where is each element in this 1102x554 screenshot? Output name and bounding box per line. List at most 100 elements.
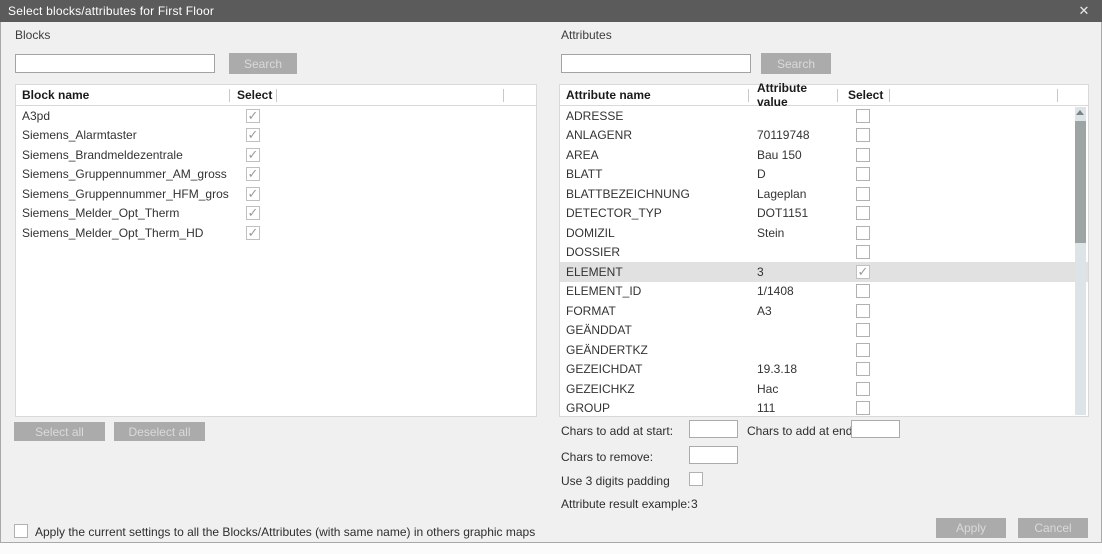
attribute-result-label: Attribute result example: — [561, 497, 690, 511]
block-select-cell — [229, 187, 276, 201]
table-row[interactable]: BLATT D — [560, 165, 1088, 185]
table-row[interactable]: Siemens_Alarmtaster — [16, 126, 536, 146]
attribute-select-cell — [837, 323, 888, 337]
chars-remove-input[interactable] — [689, 446, 738, 464]
table-row[interactable]: FORMAT A3 — [560, 301, 1088, 321]
scroll-up-icon[interactable] — [1076, 110, 1084, 115]
attribute-select-cell — [837, 128, 888, 142]
row-checkbox[interactable] — [856, 187, 870, 201]
attributes-scrollbar[interactable] — [1075, 107, 1086, 415]
chars-add-end-input[interactable] — [851, 420, 900, 438]
attribute-value-cell: Stein — [749, 226, 837, 240]
block-name-cell: A3pd — [16, 109, 229, 123]
table-row[interactable]: GROUP 111 — [560, 399, 1088, 419]
row-checkbox[interactable] — [856, 167, 870, 181]
attribute-select-cell — [837, 167, 888, 181]
row-checkbox[interactable] — [856, 265, 870, 279]
scrollbar-thumb[interactable] — [1075, 121, 1086, 243]
table-row[interactable]: DETECTOR_TYP DOT1151 — [560, 204, 1088, 224]
table-row[interactable]: Siemens_Brandmeldezentrale — [16, 145, 536, 165]
attribute-select-cell — [837, 304, 888, 318]
row-checkbox[interactable] — [246, 148, 260, 162]
row-checkbox[interactable] — [246, 109, 260, 123]
attribute-select-cell — [837, 343, 888, 357]
row-checkbox[interactable] — [856, 206, 870, 220]
table-row[interactable]: DOSSIER — [560, 243, 1088, 263]
attribute-value-cell: 70119748 — [749, 128, 837, 142]
attribute-value-cell: Bau 150 — [749, 148, 837, 162]
table-row[interactable]: A3pd — [16, 106, 536, 126]
row-checkbox[interactable] — [856, 382, 870, 396]
attribute-name-cell: FORMAT — [560, 304, 749, 318]
table-row[interactable]: BLATTBEZEICHNUNG Lageplan — [560, 184, 1088, 204]
row-checkbox[interactable] — [246, 128, 260, 142]
attribute-value-cell: 3 — [749, 265, 837, 279]
digits-padding-checkbox[interactable] — [689, 472, 703, 486]
row-checkbox[interactable] — [856, 128, 870, 142]
blocks-search-input[interactable] — [15, 54, 215, 73]
titlebar: Select blocks/attributes for First Floor… — [0, 0, 1102, 22]
row-checkbox[interactable] — [856, 343, 870, 357]
table-row[interactable]: AREA Bau 150 — [560, 145, 1088, 165]
table-row[interactable]: DOMIZIL Stein — [560, 223, 1088, 243]
attribute-select-cell — [837, 148, 888, 162]
row-checkbox[interactable] — [856, 109, 870, 123]
deselect-all-button[interactable]: Deselect all — [114, 422, 205, 441]
attribute-name-cell: GEZEICHDAT — [560, 362, 749, 376]
attribute-name-cell: DETECTOR_TYP — [560, 206, 749, 220]
attribute-name-cell: DOMIZIL — [560, 226, 749, 240]
row-checkbox[interactable] — [246, 226, 260, 240]
table-row[interactable]: Siemens_Melder_Opt_Therm — [16, 204, 536, 224]
row-checkbox[interactable] — [856, 284, 870, 298]
row-checkbox[interactable] — [856, 362, 870, 376]
attribute-name-cell: AREA — [560, 148, 749, 162]
chars-add-end-label: Chars to add at end: — [747, 424, 856, 438]
block-select-cell — [229, 167, 276, 181]
attribute-select-cell — [837, 226, 888, 240]
row-checkbox[interactable] — [856, 148, 870, 162]
column-separator — [1057, 89, 1058, 102]
column-separator — [503, 89, 504, 102]
table-row[interactable]: GEZEICHDAT 19.3.18 — [560, 360, 1088, 380]
table-row[interactable]: Siemens_Melder_Opt_Therm_HD — [16, 223, 536, 243]
attribute-name-cell: ADRESSE — [560, 109, 749, 123]
attribute-name-cell: ELEMENT — [560, 265, 749, 279]
row-checkbox[interactable] — [856, 323, 870, 337]
table-row[interactable]: ELEMENT_ID 1/1408 — [560, 282, 1088, 302]
chars-add-start-input[interactable] — [689, 420, 738, 438]
table-row[interactable]: ANLAGENR 70119748 — [560, 126, 1088, 146]
row-checkbox[interactable] — [246, 167, 260, 181]
attribute-value-cell: 111 — [749, 401, 837, 415]
row-checkbox[interactable] — [856, 245, 870, 259]
table-row[interactable]: ADRESSE — [560, 106, 1088, 126]
attributes-panel-label: Attributes — [561, 28, 612, 42]
attributes-table-body: ADRESSE ANLAGENR 70119748 AREA Bau 150 B… — [560, 106, 1088, 418]
apply-all-checkbox[interactable] — [14, 524, 28, 538]
attributes-table-header: Attribute name Attribute value Select — [560, 85, 1088, 106]
attributes-search-button[interactable]: Search — [761, 53, 831, 74]
attribute-value-cell: Lageplan — [749, 187, 837, 201]
close-icon[interactable]: ✕ — [1076, 3, 1092, 19]
select-all-button[interactable]: Select all — [14, 422, 105, 441]
block-select-cell — [229, 226, 276, 240]
attributes-search-input[interactable] — [561, 54, 751, 73]
row-checkbox[interactable] — [246, 206, 260, 220]
attribute-result-value: 3 — [691, 497, 698, 511]
row-checkbox[interactable] — [856, 401, 870, 415]
table-row[interactable]: GEÄNDERTKZ — [560, 340, 1088, 360]
table-row[interactable]: Siemens_Gruppennummer_HFM_gross — [16, 184, 536, 204]
row-checkbox[interactable] — [246, 187, 260, 201]
blocks-col-select: Select — [230, 85, 276, 105]
table-row[interactable]: GEÄNDDAT — [560, 321, 1088, 341]
attribute-select-cell — [837, 245, 888, 259]
apply-button[interactable]: Apply — [936, 518, 1006, 538]
table-row[interactable]: Siemens_Gruppennummer_AM_gross — [16, 165, 536, 185]
row-checkbox[interactable] — [856, 226, 870, 240]
row-checkbox[interactable] — [856, 304, 870, 318]
blocks-search-button[interactable]: Search — [229, 53, 297, 74]
window-bottom-edge — [0, 543, 1102, 554]
cancel-button[interactable]: Cancel — [1018, 518, 1088, 538]
block-select-cell — [229, 109, 276, 123]
table-row[interactable]: ELEMENT 3 — [560, 262, 1088, 282]
table-row[interactable]: GEZEICHKZ Hac — [560, 379, 1088, 399]
